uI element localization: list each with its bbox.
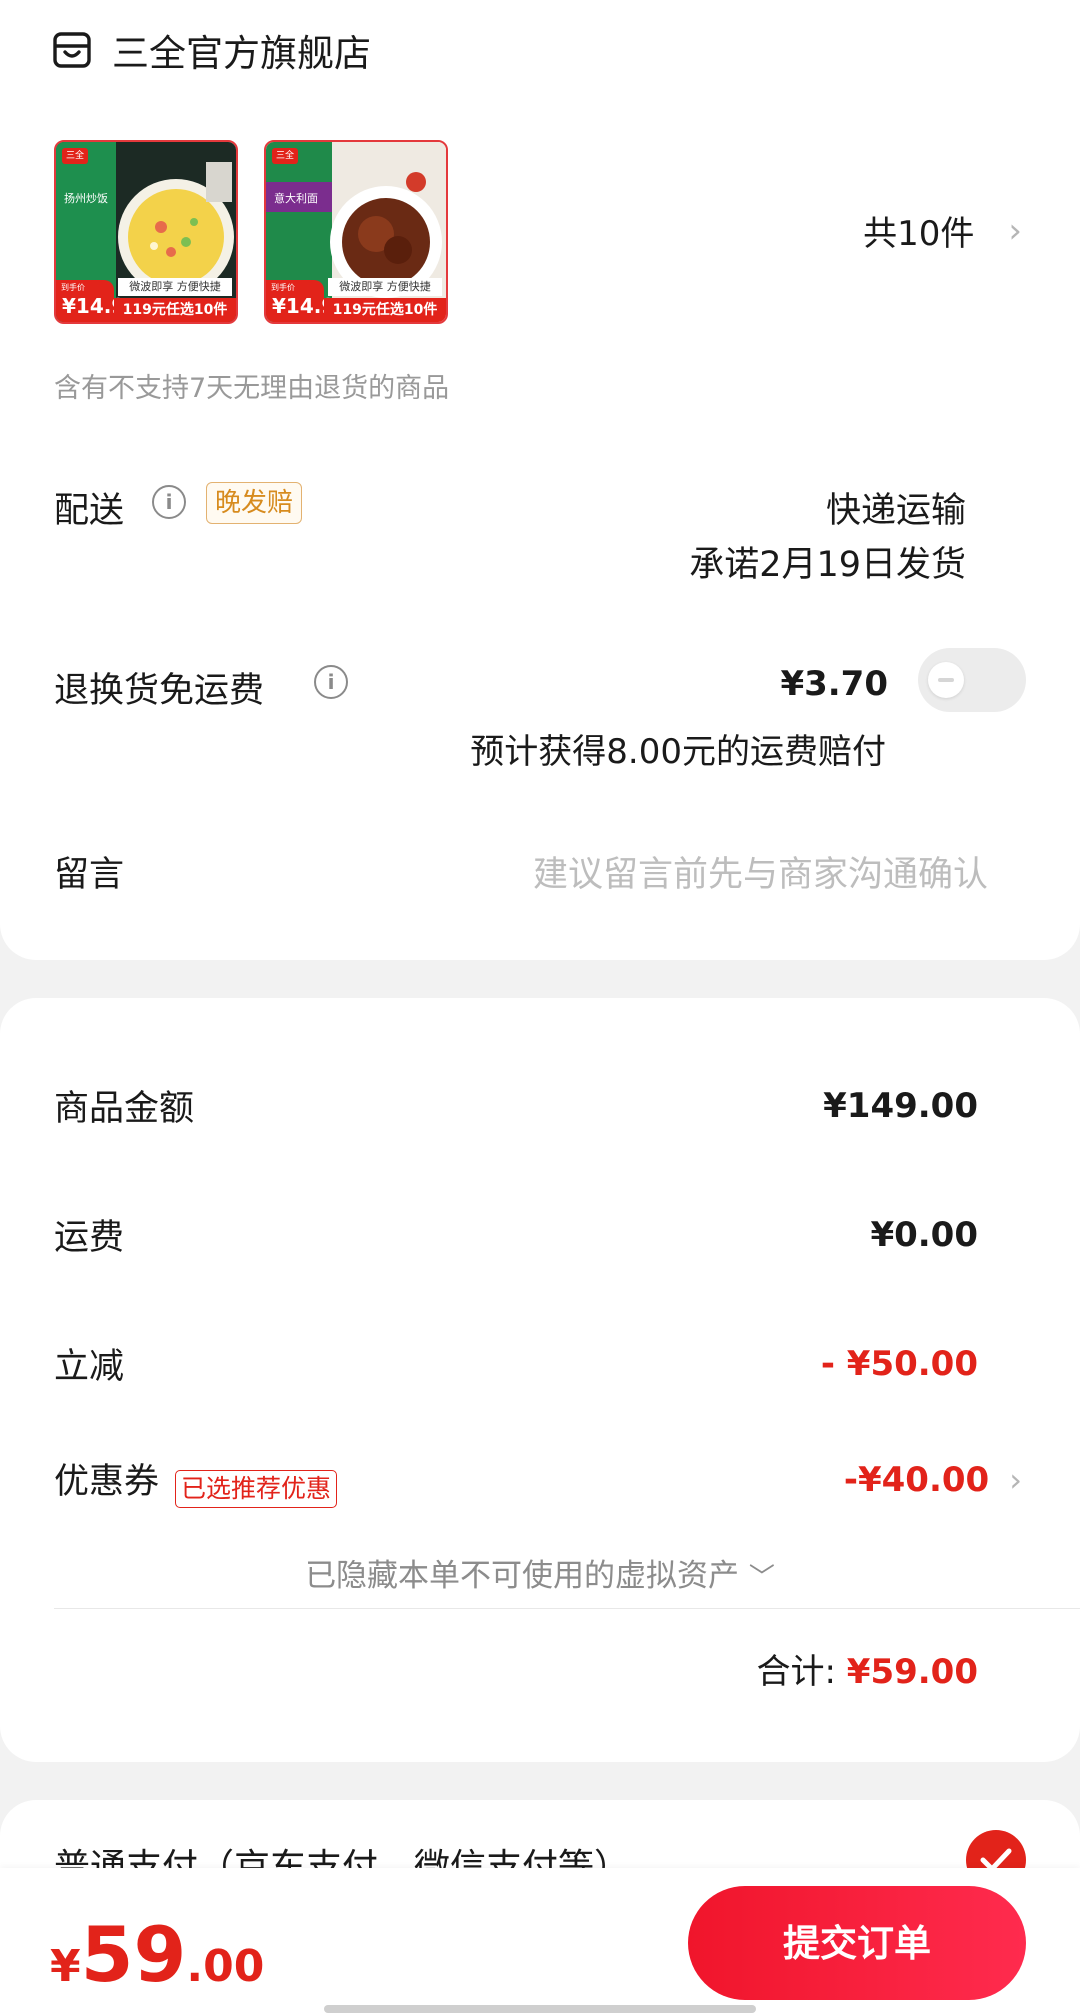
brand-badge: 三全: [272, 148, 298, 164]
item-count: 共10件: [863, 214, 975, 254]
total-row: 合计: ¥59.00: [757, 1644, 978, 1693]
price-integer: 59: [80, 1910, 187, 1999]
store-icon: [53, 32, 91, 68]
currency-symbol: ¥: [50, 1941, 81, 1992]
product-name-tag: 意大利面: [270, 188, 322, 208]
price-badge: 到手价 ¥14.9: [266, 280, 335, 322]
late-compensation-tag: 晚发赔: [206, 482, 303, 524]
chevron-right-icon: ›: [1009, 1461, 1022, 1500]
price-label: 到手价: [61, 283, 85, 292]
price-badge: 到手价 ¥14.9: [56, 280, 125, 322]
return-policy-note: 含有不支持7天无理由退货的商品: [54, 373, 450, 404]
toggle-knob: [928, 662, 964, 698]
total-value: ¥59.00: [846, 1652, 978, 1692]
product-name-tag: 扬州炒饭: [60, 188, 112, 208]
goods-amount-row: 商品金额 ¥149.00: [54, 1080, 978, 1131]
submit-order-button[interactable]: 提交订单: [688, 1886, 1026, 2000]
home-indicator[interactable]: [324, 2005, 756, 2013]
coupon-recommended-tag: 已选推荐优惠: [175, 1469, 338, 1508]
message-label: 留言: [54, 855, 125, 895]
goods-amount-label: 商品金额: [54, 1089, 195, 1129]
product-thumbnail[interactable]: 三全 扬州炒饭 到手价 ¥14.9 微波即享 方便快捷 119元任选10件: [54, 140, 238, 324]
discount-row: 立减 - ¥50.00: [54, 1338, 978, 1389]
checkout-bar: ¥59.00 提交订单: [0, 1868, 1080, 2016]
order-confirm-page: 三全官方旗舰店 三全 扬州炒饭 到手价 ¥14.9 微波即享 方便快捷 119元…: [0, 0, 1080, 2016]
order-items-card: 三全官方旗舰店 三全 扬州炒饭 到手价 ¥14.9 微波即享 方便快捷 119元…: [0, 0, 1080, 960]
coupon-label: 优惠券: [54, 1462, 160, 1502]
bottom-total-price: ¥59.00: [50, 1910, 264, 1999]
message-input[interactable]: 建议留言前先与商家沟通确认: [533, 846, 988, 897]
discount-value: - ¥50.00: [820, 1343, 978, 1384]
brand-badge: 三全: [62, 148, 88, 164]
shop-header[interactable]: 三全官方旗舰店: [52, 22, 371, 78]
coupon-value: -¥40.00: [843, 1460, 990, 1501]
price-decimal: .00: [186, 1941, 265, 1992]
price-summary-card: 商品金额 ¥149.00 运费 ¥0.00 立减 - ¥50.00 优惠券 已选推…: [0, 998, 1080, 1762]
shipping-value: ¥0.00: [870, 1214, 978, 1255]
shipping-row: 运费 ¥0.00: [54, 1209, 978, 1260]
price-label: 到手价: [271, 283, 295, 292]
info-icon[interactable]: i: [314, 665, 348, 699]
promo-bundle: 119元任选10件: [114, 298, 236, 322]
delivery-label: 配送: [54, 491, 125, 531]
total-label: 合计:: [756, 1652, 836, 1692]
shipping-compensation-text: 预计获得8.00元的运费赔付: [470, 732, 886, 772]
shipping-label: 运费: [54, 1218, 125, 1258]
return-shipping-toggle[interactable]: [918, 648, 1026, 712]
promo-bundle: 119元任选10件: [324, 298, 446, 322]
divider: [54, 1608, 1080, 1609]
goods-amount-value: ¥149.00: [823, 1085, 978, 1126]
chevron-down-icon: ﹀: [748, 1563, 775, 1593]
promo-text: 微波即享 方便快捷: [118, 278, 232, 296]
discount-label: 立减: [54, 1347, 125, 1387]
hidden-assets-toggle[interactable]: 已隐藏本单不可使用的虚拟资产 ﹀: [0, 1550, 1080, 1595]
product-thumbnail[interactable]: 三全 意大利面 到手价 ¥14.9 微波即享 方便快捷 119元任选10件: [264, 140, 448, 324]
return-shipping-label: 退换货免运费: [54, 671, 265, 711]
hidden-assets-text: 已隐藏本单不可使用的虚拟资产: [305, 1558, 740, 1594]
delivery-promise: 承诺2月19日发货: [689, 545, 966, 585]
chevron-right-icon: ›: [1008, 210, 1022, 251]
shop-name: 三全官方旗舰店: [112, 32, 371, 75]
promo-text: 微波即享 方便快捷: [328, 278, 442, 296]
coupon-row[interactable]: 优惠券 已选推荐优惠 -¥40.00 ›: [54, 1453, 1022, 1508]
delivery-method: 快递运输: [825, 491, 966, 531]
return-shipping-price: ¥3.70: [780, 664, 888, 704]
info-icon[interactable]: i: [152, 485, 186, 519]
item-count-link[interactable]: 共10件 ›: [863, 206, 1022, 255]
